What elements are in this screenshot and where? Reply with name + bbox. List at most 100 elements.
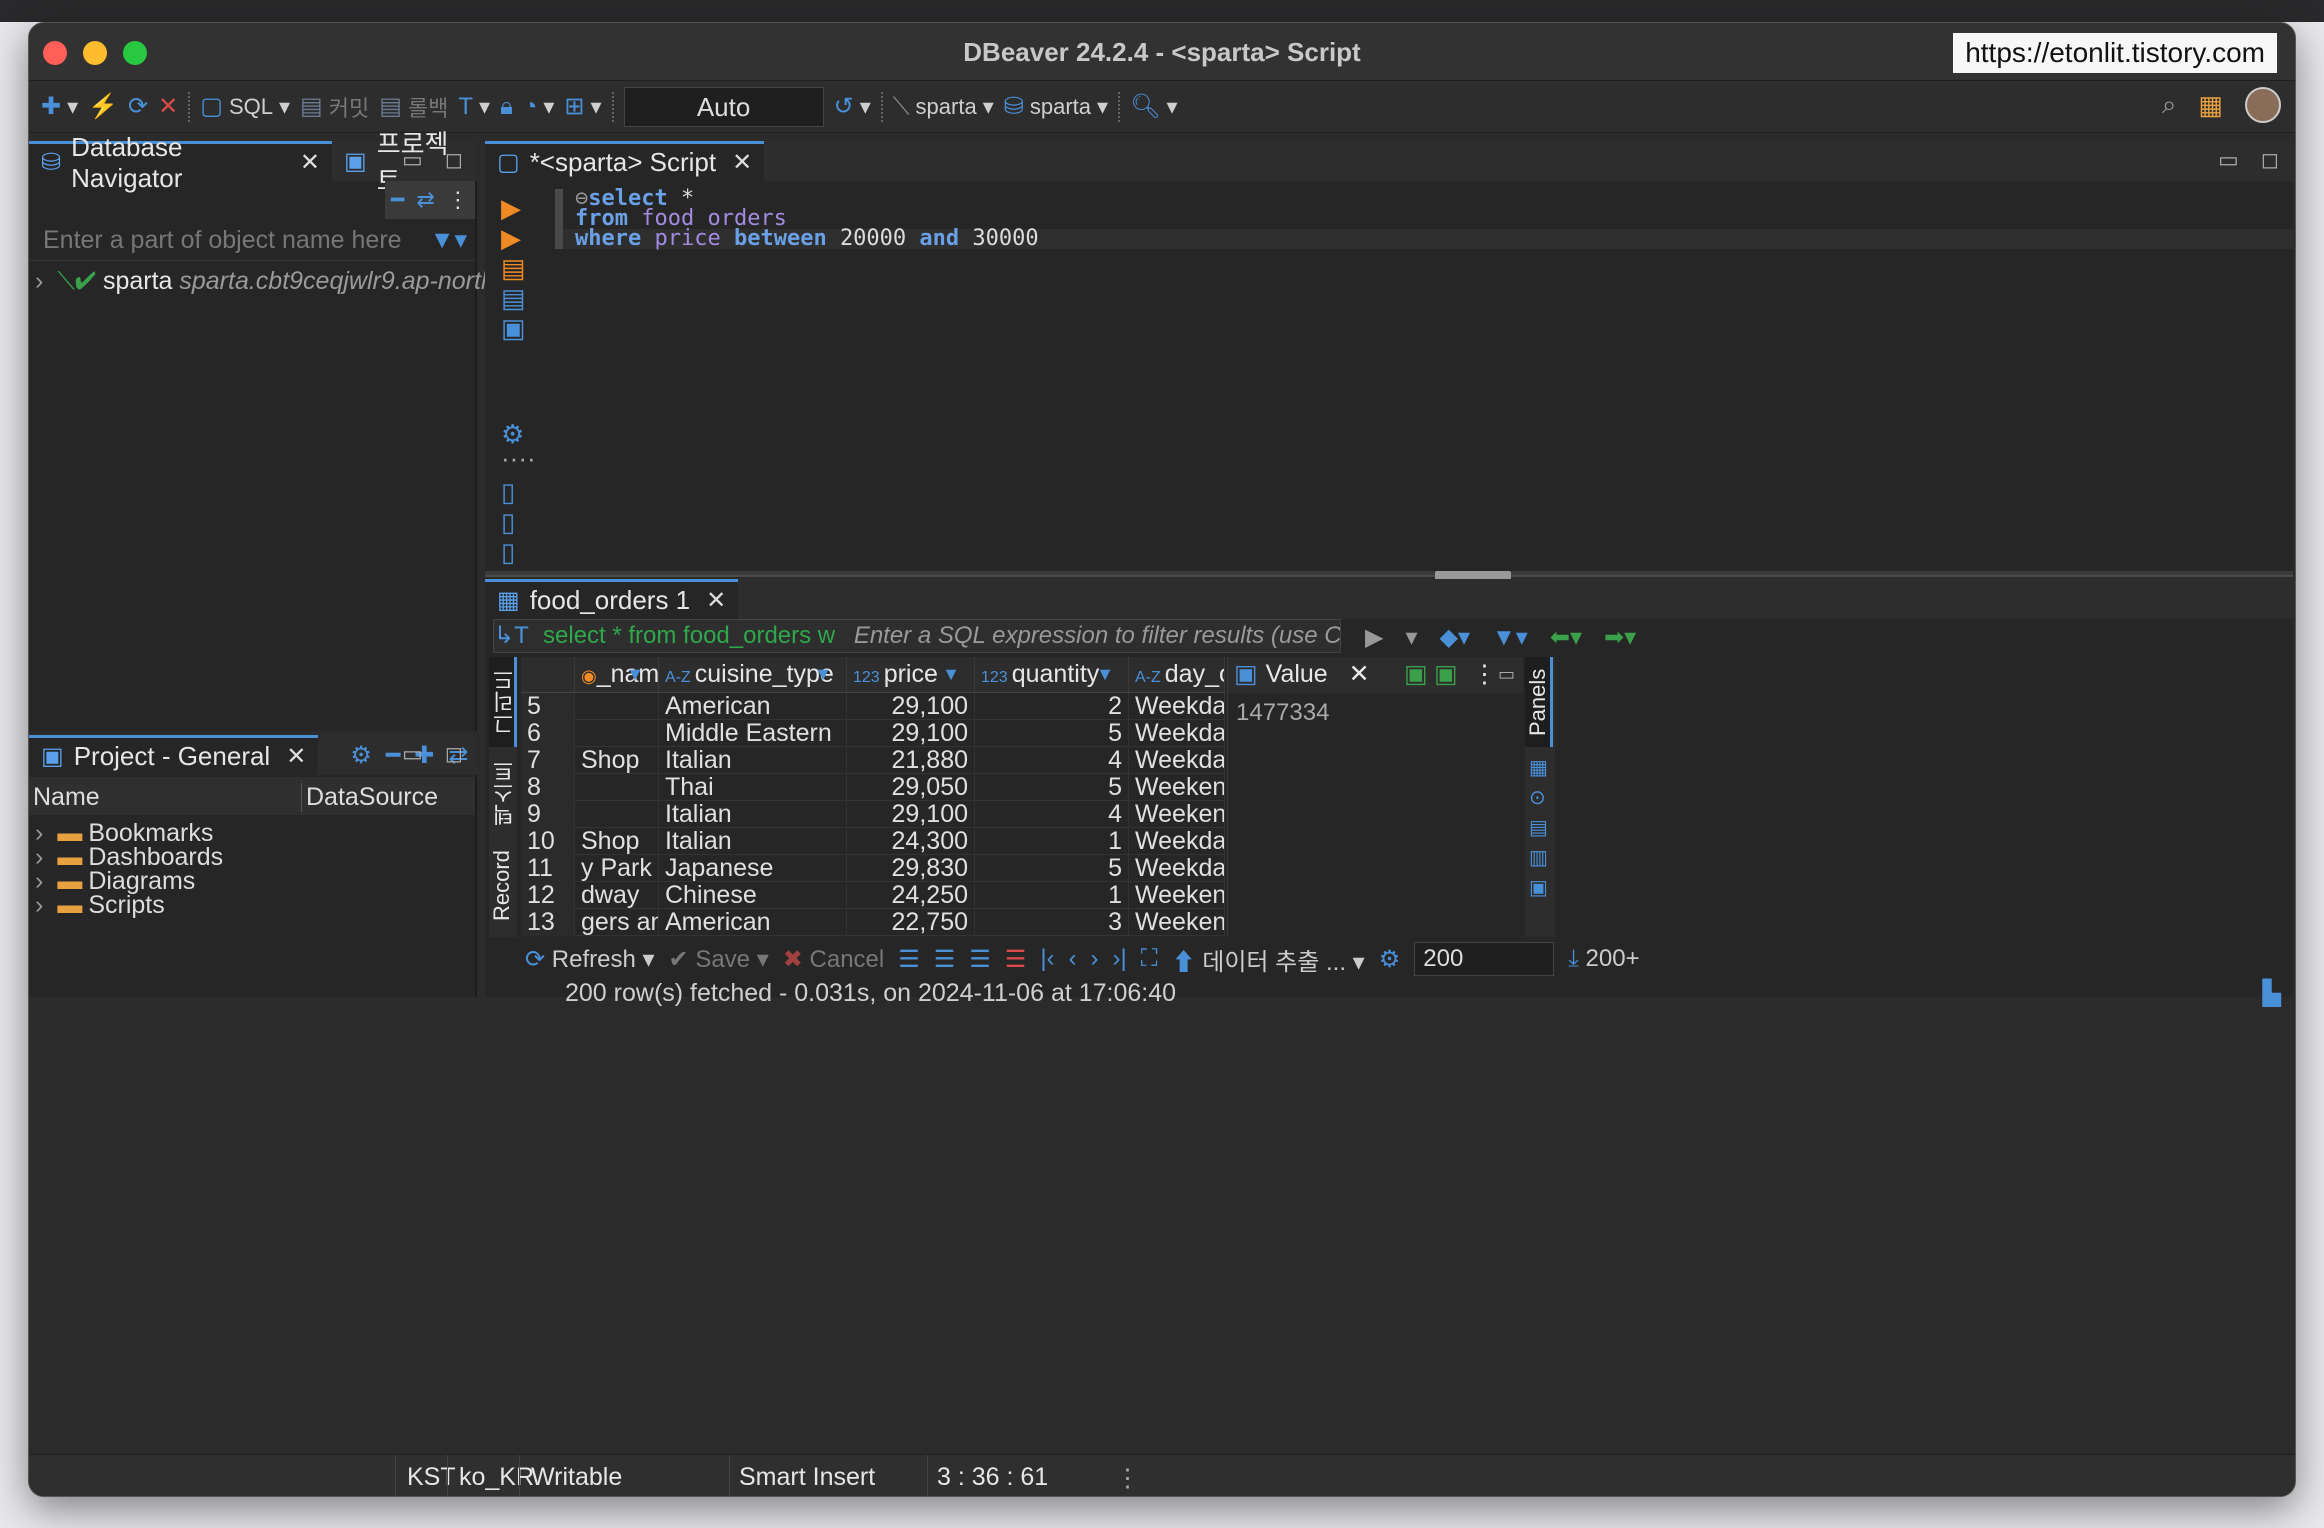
cell-cuisine-type[interactable]: Middle Eastern xyxy=(659,720,847,747)
cell-cuisine-type[interactable]: Japanese xyxy=(659,855,847,882)
cell-day-of[interactable]: Weekend xyxy=(1129,774,1225,801)
perspective-icon[interactable]: ▦ xyxy=(2198,90,2223,121)
cell-name[interactable] xyxy=(575,801,659,828)
cell-price[interactable]: 21,880 xyxy=(847,747,975,774)
calculator-icon[interactable]: ⊙ xyxy=(1529,783,1548,813)
first-page-icon[interactable]: |‹ xyxy=(1040,945,1054,973)
row-number-cell[interactable]: 6 xyxy=(521,720,575,747)
refresh-button[interactable]: ⟳ Refresh ▾ xyxy=(525,945,655,974)
rollback-button[interactable]: ▤ 롤백 xyxy=(379,91,448,123)
tab-project-general[interactable]: ▣ Project - General ✕ xyxy=(29,735,319,775)
explain-plan-icon[interactable]: ▤ xyxy=(501,283,526,314)
cell-name[interactable] xyxy=(575,693,659,720)
avatar[interactable] xyxy=(2245,87,2281,123)
row-number-cell[interactable]: 7 xyxy=(521,747,575,774)
column-filter-icon[interactable]: ▼ xyxy=(942,657,960,691)
maximize-icon[interactable]: ◻ xyxy=(2261,147,2279,173)
cell-name[interactable] xyxy=(575,774,659,801)
more-icon[interactable]: ···· xyxy=(501,443,536,474)
transaction-log-menu[interactable]: ⊞ ▾ xyxy=(564,92,601,121)
forward-icon[interactable]: ➡▾ xyxy=(1604,623,1636,652)
grouping-icon[interactable]: ▥ xyxy=(1529,843,1548,873)
fetch-size-input[interactable]: 200 xyxy=(1414,942,1555,976)
cell-day-of[interactable]: Weekday xyxy=(1129,828,1225,855)
close-icon[interactable]: ✕ xyxy=(300,148,320,177)
cell-name[interactable]: dway xyxy=(575,882,659,909)
table-row[interactable]: 12dwayChinese24,2501Weekend xyxy=(521,882,1225,909)
minimize-icon[interactable]: ▭ xyxy=(2218,147,2239,173)
row-number-cell[interactable]: 10 xyxy=(521,828,575,855)
metadata-icon[interactable]: ▦ xyxy=(1529,753,1548,783)
cell-price[interactable]: 29,830 xyxy=(847,855,975,882)
tab-text[interactable]: 텍스트 xyxy=(489,753,517,833)
transaction-mode-field[interactable]: Auto xyxy=(623,86,824,127)
gear-icon[interactable]: ⚙ xyxy=(1379,945,1401,974)
maximize-icon[interactable]: ◻ xyxy=(445,741,463,767)
cell-quantity[interactable]: 1 xyxy=(975,828,1129,855)
table-row[interactable]: 5 American29,1002Weekday xyxy=(521,693,1225,720)
tab-database-navigator[interactable]: ⛁ Database Navigator ✕ xyxy=(29,132,332,193)
gear-icon[interactable]: ⚙ xyxy=(350,741,372,770)
cell-day-of[interactable]: Weekday xyxy=(1129,855,1225,882)
delete-row-icon[interactable]: ☰ xyxy=(1005,945,1027,974)
variables-icon[interactable]: ▯ xyxy=(501,537,515,568)
cell-quantity[interactable]: 1 xyxy=(975,882,1129,909)
cell-quantity[interactable]: 5 xyxy=(975,720,1129,747)
reconnect-button[interactable]: ⟳ xyxy=(128,92,148,121)
row-number-cell[interactable]: 8 xyxy=(521,774,575,801)
filter-icon[interactable]: ▼▾ xyxy=(430,221,467,259)
cell-quantity[interactable]: 4 xyxy=(975,801,1129,828)
export-icon[interactable]: ▯ xyxy=(501,477,515,508)
cell-cuisine-type[interactable]: Chinese xyxy=(659,882,847,909)
dashboard-menu[interactable]: ◔ ▾ xyxy=(523,93,555,121)
cell-cuisine-type[interactable]: Italian xyxy=(659,747,847,774)
filter-icon[interactable]: ▼▾ xyxy=(1492,623,1528,652)
minimize-icon[interactable]: ▭ xyxy=(402,741,423,767)
tab-record[interactable]: Record xyxy=(489,841,517,931)
row-number-cell[interactable]: 9 xyxy=(521,801,575,828)
cell-day-of[interactable]: Weekday xyxy=(1129,747,1225,774)
sort-icon[interactable]: ◉ xyxy=(581,666,597,686)
sql-editor-button[interactable]: ▢ SQL ▾ xyxy=(200,92,290,121)
cell-day-of[interactable]: Weekday xyxy=(1129,693,1225,720)
execute-new-tab-icon[interactable]: ▶ xyxy=(501,223,521,254)
cell-price[interactable]: 29,100 xyxy=(847,693,975,720)
edit-row-icon[interactable]: ☰ xyxy=(898,945,920,974)
lock-button[interactable]: 🔒︎ xyxy=(500,93,513,121)
cancel-button[interactable]: ✖ Cancel xyxy=(783,945,885,974)
value-view-icon[interactable]: ▣ xyxy=(1529,873,1548,903)
fetch-more-button[interactable]: ⤓ 200+ xyxy=(1568,945,1639,973)
row-number-cell[interactable]: 13 xyxy=(521,909,575,936)
active-datasource-selector[interactable]: ⟍ sparta ▾ xyxy=(893,93,994,121)
row-number-cell[interactable]: 12 xyxy=(521,882,575,909)
tab-sparta-script[interactable]: ▢ *<sparta> Script ✕ xyxy=(485,141,765,181)
save-value-icon[interactable]: ▣ xyxy=(1404,657,1428,691)
new-connection-button[interactable]: ✚ ▾ xyxy=(41,92,78,121)
column-header-name[interactable]: ◉_name▼ xyxy=(575,657,659,693)
connect-button[interactable]: ⚡ xyxy=(88,92,118,121)
layout-toggle-icon[interactable]: ▙ xyxy=(2263,979,2281,1008)
cell-quantity[interactable]: 5 xyxy=(975,774,1129,801)
table-row[interactable]: 13gers and FAmerican22,7503Weekend xyxy=(521,909,1225,936)
column-header-price[interactable]: 123 price ▼ xyxy=(847,657,975,693)
cell-day-of[interactable]: Weekday xyxy=(1129,720,1225,747)
cell-cuisine-type[interactable]: Thai xyxy=(659,774,847,801)
column-datasource-header[interactable]: DataSource xyxy=(301,783,438,812)
maximize-icon[interactable]: ◻ xyxy=(445,147,463,173)
more-options-icon[interactable]: ⋮ xyxy=(1472,657,1497,691)
cell-price[interactable]: 24,250 xyxy=(847,882,975,909)
row-number-cell[interactable]: 11 xyxy=(521,855,575,882)
column-filter-icon[interactable]: ▼ xyxy=(814,657,832,691)
editor-results-splitter[interactable] xyxy=(485,571,2293,581)
cell-cuisine-type[interactable]: Italian xyxy=(659,828,847,855)
cell-day-of[interactable]: Weekend xyxy=(1129,909,1225,936)
cell-name[interactable]: gers and F xyxy=(575,909,659,936)
cell-price[interactable]: 22,750 xyxy=(847,909,975,936)
cell-price[interactable]: 29,100 xyxy=(847,720,975,747)
cell-price[interactable]: 29,050 xyxy=(847,774,975,801)
cell-quantity[interactable]: 2 xyxy=(975,693,1129,720)
export-data-button[interactable]: ⬆ 데이터 추출 ... ▾ xyxy=(1172,942,1365,977)
cell-cuisine-type[interactable]: Italian xyxy=(659,801,847,828)
cell-day-of[interactable]: Weekend xyxy=(1129,882,1225,909)
execute-script-icon[interactable]: ▤ xyxy=(501,253,526,284)
